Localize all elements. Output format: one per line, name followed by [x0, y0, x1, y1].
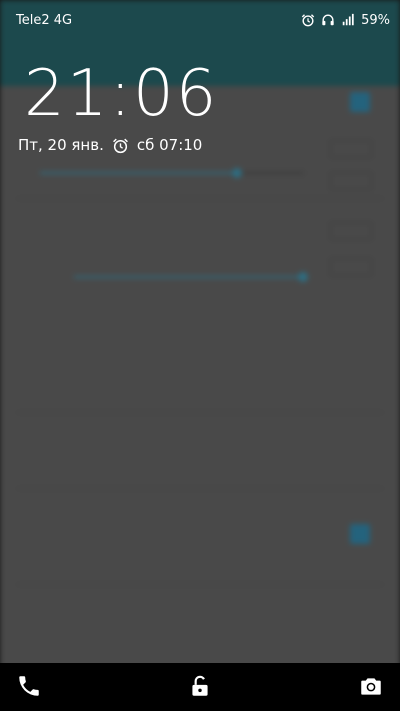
- headset-icon: [322, 14, 334, 26]
- next-alarm-time: сб 07:10: [136, 136, 203, 154]
- alarm-icon: [301, 14, 315, 27]
- next-alarm-icon: [112, 138, 128, 153]
- unlock-icon[interactable]: [187, 673, 213, 699]
- camera-icon[interactable]: [358, 673, 384, 699]
- lockscreen-date: Пт, 20 янв.: [18, 136, 104, 154]
- status-icons: 59%: [301, 13, 390, 28]
- status-bar: Tele2 4G 59%: [0, 0, 400, 40]
- phone-icon[interactable]: [16, 673, 42, 699]
- signal-icon: [342, 13, 354, 26]
- carrier-label: Tele2 4G: [16, 12, 73, 28]
- lockscreen-bottom-bar: [0, 663, 400, 711]
- lockscreen-clock: 21:06: [24, 57, 219, 131]
- battery-percent: 59%: [361, 12, 390, 28]
- date-alarm-row: Пт, 20 янв. сб 07:10: [18, 136, 202, 154]
